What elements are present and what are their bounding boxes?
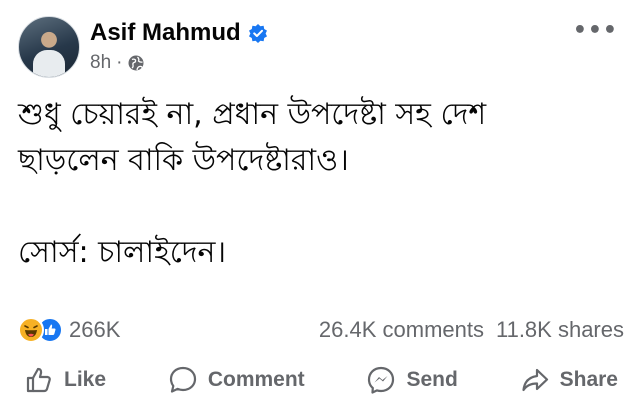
like-button[interactable]: Like xyxy=(18,361,112,399)
post-stats: 266K 26.4K comments 11.8K shares xyxy=(18,314,624,346)
like-label: Like xyxy=(64,368,107,391)
post-meta: 8h · xyxy=(90,52,145,74)
post-time[interactable]: 8h xyxy=(90,52,111,74)
reactions-summary[interactable]: 266K xyxy=(18,317,120,343)
comment-label: Comment xyxy=(207,368,305,391)
comment-count[interactable]: 26.4K comments xyxy=(319,317,484,343)
post-text-line: শুধু চেয়ারই না, প্রধান উপদেষ্টা সহ দেশ xyxy=(18,97,487,132)
messenger-icon xyxy=(368,366,395,394)
reaction-count: 266K xyxy=(69,317,121,342)
post-body: শুধু চেয়ারই না, প্রধান উপদেষ্টা সহ দেশ … xyxy=(18,92,622,276)
share-label: Share xyxy=(559,368,618,391)
share-arrow-icon xyxy=(522,368,548,392)
engagement-counts: 26.4K comments 11.8K shares xyxy=(319,317,624,343)
haha-reaction-icon xyxy=(18,317,44,343)
share-count[interactable]: 11.8K shares xyxy=(496,317,624,343)
send-button[interactable]: Send xyxy=(360,361,463,399)
post-text-line: সোর্স: চালাইদেন। xyxy=(18,235,227,270)
post-header: Asif Mahmud 8h · ••• xyxy=(18,14,628,80)
post-text-blank-line xyxy=(18,184,622,230)
author-name-row: Asif Mahmud xyxy=(90,18,268,48)
comment-button[interactable]: Comment xyxy=(162,361,311,399)
meta-separator: · xyxy=(116,52,123,73)
more-options-icon[interactable]: ••• xyxy=(573,20,618,42)
author-name[interactable]: Asif Mahmud xyxy=(90,19,241,47)
post-text-line: ছাড়লেন বাকি উপদেষ্টারাও। xyxy=(18,143,349,178)
like-icon xyxy=(26,367,51,393)
verified-badge-icon xyxy=(248,24,267,43)
avatar-figure xyxy=(33,50,65,77)
send-label: Send xyxy=(406,368,458,391)
share-button[interactable]: Share xyxy=(514,361,624,399)
author-avatar[interactable] xyxy=(18,16,80,78)
post-actions-bar: Like Comment Send Share xyxy=(18,360,624,400)
comment-icon xyxy=(169,366,196,393)
globe-icon xyxy=(128,55,144,71)
